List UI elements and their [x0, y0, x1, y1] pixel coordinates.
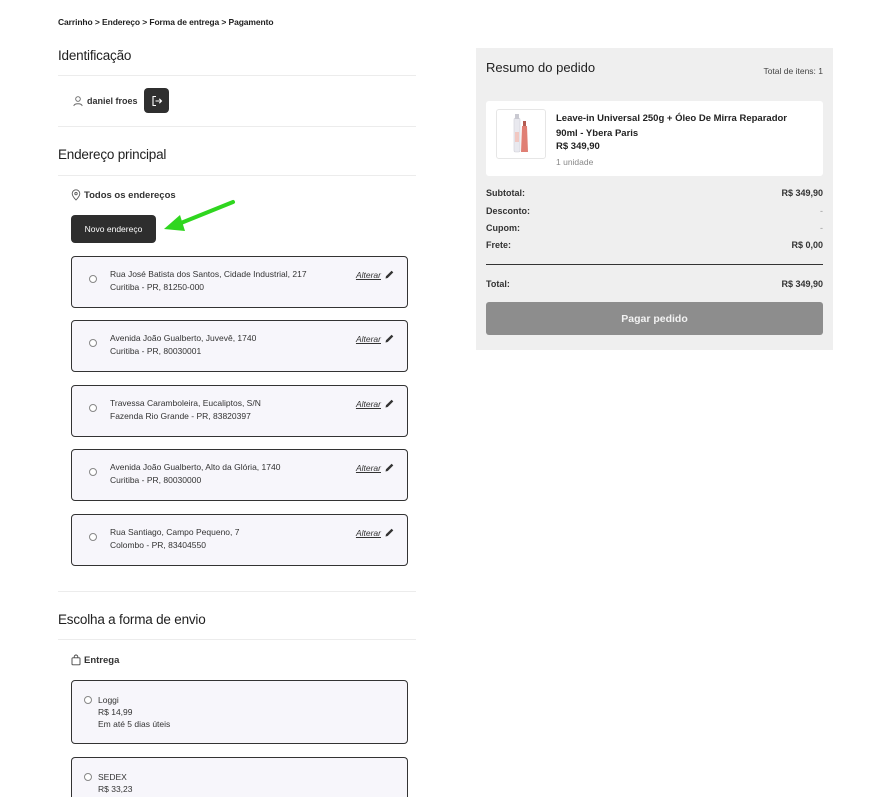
product-price: R$ 349,90	[556, 141, 600, 152]
shipping-option[interactable]: SEDEX R$ 33,23	[71, 757, 408, 797]
coupon-label: Cupom:	[486, 223, 520, 233]
pay-order-button[interactable]: Pagar pedido	[486, 302, 823, 335]
breadcrumb-address[interactable]: Endereço	[102, 17, 140, 27]
breadcrumb-payment[interactable]: Pagamento	[229, 17, 274, 27]
address-line1: Avenida João Gualberto, Alto da Glória, …	[110, 462, 281, 472]
edit-address-button[interactable]: Alterar	[356, 269, 395, 280]
address-card[interactable]: Travessa Caramboleira, Eucaliptos, S/N F…	[71, 385, 408, 437]
address-line2: Curitiba - PR, 81250-000	[110, 282, 205, 292]
product-name: Leave-in Universal 250g + Óleo De Mirra …	[556, 113, 787, 139]
address-card[interactable]: Rua José Batista dos Santos, Cidade Indu…	[71, 256, 408, 308]
summary-divider	[486, 264, 823, 265]
subtotal-value: R$ 349,90	[781, 188, 823, 198]
shipping-option[interactable]: Loggi R$ 14,99 Em até 5 dias úteis	[71, 680, 408, 744]
location-pin-icon	[70, 189, 82, 201]
address-line1: Avenida João Gualberto, Juvevê, 1740	[110, 333, 257, 343]
divider	[58, 75, 416, 76]
user-name: daniel froes	[87, 96, 138, 106]
address-card[interactable]: Rua Santiago, Campo Pequeno, 7 Colombo -…	[71, 514, 408, 566]
pencil-icon	[384, 527, 395, 538]
shipping-price: R$ 14,99	[98, 707, 133, 717]
edit-address-button[interactable]: Alterar	[356, 462, 395, 473]
shopping-bag-icon	[70, 654, 82, 666]
total-label: Total:	[486, 279, 510, 289]
coupon-row: Cupom: -	[486, 223, 823, 233]
coupon-value: -	[820, 223, 823, 233]
edit-address-label: Alterar	[355, 527, 381, 538]
address-card[interactable]: Avenida João Gualberto, Juvevê, 1740 Cur…	[71, 320, 408, 372]
user-info: daniel froes	[72, 89, 138, 113]
discount-value: -	[820, 206, 823, 216]
divider	[58, 639, 416, 640]
address-line2: Colombo - PR, 83404550	[110, 540, 206, 550]
subtotal-label: Subtotal:	[486, 188, 525, 198]
new-address-button[interactable]: Novo endereço	[71, 215, 156, 243]
shipping-eta: Em até 5 dias úteis	[98, 719, 171, 729]
address-title: Endereço principal	[58, 147, 167, 162]
product-quantity: 1 unidade	[556, 157, 594, 167]
shipping-radio[interactable]	[84, 773, 92, 781]
divider	[58, 126, 416, 127]
edit-address-label: Alterar	[355, 462, 381, 473]
address-radio[interactable]	[89, 533, 97, 541]
address-line2: Fazenda Rio Grande - PR, 83820397	[110, 411, 251, 421]
annotation-arrow-icon	[164, 200, 235, 231]
total-value: R$ 349,90	[781, 279, 823, 289]
logout-button[interactable]	[144, 88, 169, 113]
total-items: Total de itens: 1	[763, 66, 823, 76]
shipping-cost-value: R$ 0,00	[791, 240, 823, 250]
address-radio[interactable]	[89, 468, 97, 476]
identification-title: Identificação	[58, 48, 132, 63]
summary-title: Resumo do pedido	[486, 60, 596, 75]
breadcrumb-separator: >	[142, 17, 148, 27]
edit-address-button[interactable]: Alterar	[356, 333, 395, 344]
delivery-subtitle: Entrega	[70, 654, 119, 666]
shipping-cost-label: Frete:	[486, 240, 512, 250]
divider	[58, 591, 416, 592]
address-line1: Travessa Caramboleira, Eucaliptos, S/N	[110, 398, 261, 408]
pencil-icon	[384, 398, 395, 409]
breadcrumb-delivery[interactable]: Forma de entrega	[149, 17, 219, 27]
address-line1: Rua José Batista dos Santos, Cidade Indu…	[110, 269, 307, 279]
address-radio[interactable]	[89, 275, 97, 283]
shipping-price: R$ 33,23	[98, 784, 133, 794]
address-radio[interactable]	[89, 339, 97, 347]
user-icon	[72, 95, 84, 107]
edit-address-button[interactable]: Alterar	[356, 398, 395, 409]
breadcrumb-separator: >	[221, 17, 227, 27]
shipping-radio[interactable]	[84, 696, 92, 704]
all-addresses[interactable]: Todos os endereços	[70, 189, 176, 201]
shipping-name: Loggi	[98, 695, 119, 705]
address-line1: Rua Santiago, Campo Pequeno, 7	[110, 527, 240, 537]
shipping-cost-row: Frete: R$ 0,00	[486, 240, 823, 250]
edit-address-label: Alterar	[355, 269, 381, 280]
address-line2: Curitiba - PR, 80030001	[110, 346, 202, 356]
edit-address-label: Alterar	[355, 333, 381, 344]
breadcrumb: Carrinho > Endereço > Forma de entrega >…	[58, 17, 274, 27]
shipping-name: SEDEX	[98, 772, 127, 782]
pencil-icon	[384, 333, 395, 344]
breadcrumb-cart[interactable]: Carrinho	[58, 17, 93, 27]
product-image	[496, 109, 546, 159]
delivery-label: Entrega	[84, 654, 120, 666]
breadcrumb-separator: >	[94, 17, 100, 27]
logout-icon	[151, 95, 163, 107]
address-card[interactable]: Avenida João Gualberto, Alto da Glória, …	[71, 449, 408, 501]
pencil-icon	[384, 269, 395, 280]
discount-label: Desconto:	[486, 206, 531, 216]
shipping-title: Escolha a forma de envio	[58, 612, 206, 627]
address-radio[interactable]	[89, 404, 97, 412]
product-card: Leave-in Universal 250g + Óleo De Mirra …	[486, 101, 823, 176]
order-summary: Resumo do pedido Total de itens: 1 Leave…	[476, 48, 833, 350]
divider	[58, 175, 416, 176]
total-row: Total: R$ 349,90	[486, 279, 823, 289]
edit-address-label: Alterar	[355, 398, 381, 409]
edit-address-button[interactable]: Alterar	[356, 527, 395, 538]
pencil-icon	[384, 462, 395, 473]
address-line2: Curitiba - PR, 80030000	[110, 475, 202, 485]
discount-row: Desconto: -	[486, 206, 823, 216]
subtotal-row: Subtotal: R$ 349,90	[486, 188, 823, 198]
